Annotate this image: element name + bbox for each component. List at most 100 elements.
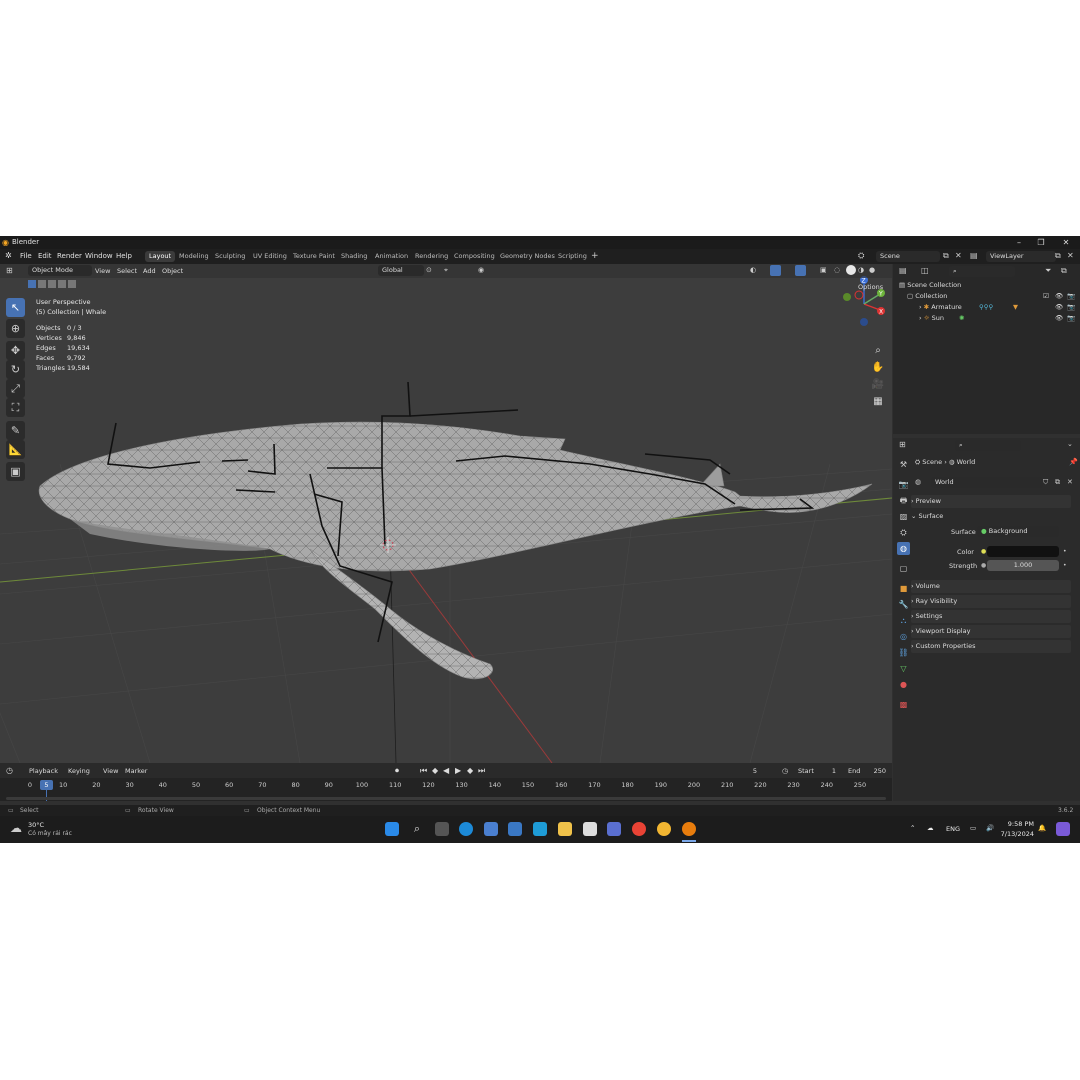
select-new-icon[interactable] [28,280,36,288]
clock-time[interactable]: 9:58 PM [1004,820,1034,828]
world-tab-icon[interactable]: ◍ [897,542,910,555]
task-view-icon[interactable] [435,822,449,836]
menu-help[interactable]: Help [116,252,132,260]
expand-arrow-icon[interactable]: › [919,314,922,322]
duplicate-icon[interactable]: ⧉ [1055,478,1060,487]
maximize-icon[interactable]: ❐ [1030,237,1052,248]
tab-shading[interactable]: Shading [337,251,371,262]
tab-modeling[interactable]: Modeling [175,251,213,262]
pan-hand-icon[interactable]: ✋ [870,360,886,376]
data-tab-icon[interactable]: ▽ [897,662,910,675]
section-settings[interactable]: › Settings [911,610,1071,623]
app-icon[interactable] [583,822,597,836]
playhead[interactable]: 5 [40,780,53,790]
photos-icon[interactable] [607,822,621,836]
tab-texture-paint[interactable]: Texture Paint [289,251,339,262]
fake-user-icon[interactable]: ⛉ [1043,478,1048,487]
gizmo-toggle-icon[interactable] [770,265,781,276]
output-tab-icon[interactable]: 🖶 [897,494,910,507]
material-tab-icon[interactable]: ● [897,678,910,691]
tab-animation[interactable]: Animation [371,251,412,262]
viewport-menu-add[interactable]: Add [143,267,156,275]
weather-cloud-icon[interactable]: ☁ [10,821,22,835]
new-viewlayer-icon[interactable]: ⧉ [1055,251,1061,261]
select-box-tool-icon[interactable]: ↖ [6,298,25,317]
menu-edit[interactable]: Edit [38,252,52,260]
start-frame-field[interactable]: Start 1 [794,766,842,777]
section-volume[interactable]: › Volume [911,580,1071,593]
current-frame-field[interactable]: 5 [736,766,774,777]
skype-icon[interactable] [533,822,547,836]
section-preview[interactable]: › Preview [911,495,1071,508]
physics-tab-icon[interactable]: ◎ [897,630,910,643]
blender-taskbar-icon[interactable] [682,822,696,836]
display-mode-icon[interactable]: ◫ [921,266,929,275]
armature-camera-icon[interactable]: 📷 [1067,302,1075,313]
sun-camera-icon[interactable]: 📷 [1067,313,1075,324]
color-swatch[interactable] [987,546,1059,557]
options-button[interactable]: Options [854,282,886,293]
annotate-tool-icon[interactable]: ✎ [6,421,25,440]
tab-compositing[interactable]: Compositing [450,251,499,262]
notification-bell-icon[interactable]: 🔔 [1038,824,1046,832]
transform-orientation[interactable]: Global [378,265,424,276]
collection-checkbox-icon[interactable]: ☑ [1043,291,1049,302]
view-layer-tab-icon[interactable]: ▨ [897,510,910,523]
add-workspace-icon[interactable]: + [591,251,599,261]
timeline-scrollbar[interactable] [6,797,886,800]
new-scene-icon[interactable]: ⧉ [943,251,949,261]
viewport-menu-object[interactable]: Object [162,267,183,275]
section-ray-visibility[interactable]: › Ray Visibility [911,595,1071,608]
weather-temp[interactable]: 30°C [28,821,44,829]
strength-field[interactable]: 1.000 [987,560,1059,571]
tool-tab-icon[interactable]: ⚒ [897,458,910,471]
sun-eye-icon[interactable]: 👁 [1055,313,1063,324]
edge-icon[interactable] [459,822,473,836]
section-viewport-display[interactable]: › Viewport Display [911,625,1071,638]
play-reverse-icon[interactable]: ◀ [443,766,449,775]
record-icon[interactable]: ⏺ [395,766,399,776]
scale-tool-icon[interactable]: ⤢ [6,379,25,398]
visibility-icon[interactable]: ◐ [750,266,756,274]
zoom-icon[interactable]: ⌕ [870,343,886,359]
tab-geometry-nodes[interactable]: Geometry Nodes [496,251,559,262]
properties-options-icon[interactable]: ⌄ [1067,440,1073,448]
tree-armature[interactable]: › ✱ Armature ⚲⚲⚲ ▼ 👁 📷 [919,302,1077,313]
timeline-editor-icon[interactable]: ◷ [6,766,13,775]
viewlayer-selector[interactable]: ViewLayer [986,251,1056,262]
timeline-menu-view[interactable]: View [103,767,118,775]
scene-selector[interactable]: Scene [876,251,940,262]
strength-keyframe-icon[interactable]: • [1063,562,1067,569]
mode-selector[interactable]: Object Mode [28,265,92,276]
filter-icon[interactable]: ⏷ [1045,266,1051,276]
world-name-field[interactable]: World [931,477,1043,488]
unlink-icon[interactable]: ✕ [1067,478,1073,486]
scene-icon[interactable]: ⛭ [858,251,864,261]
transform-tool-icon[interactable]: ⛶ [6,398,25,417]
section-custom-properties[interactable]: › Custom Properties [911,640,1071,653]
copilot-icon[interactable] [1056,822,1070,836]
tree-scene-collection[interactable]: ▤ Scene Collection [899,280,961,291]
properties-search-input[interactable]: ⌕ [955,440,1021,451]
viewport-menu-select[interactable]: Select [117,267,137,275]
outliner-search-input[interactable]: ⌕ [949,266,1015,277]
select-invert-icon[interactable] [58,280,66,288]
store-icon[interactable] [508,822,522,836]
wireframe-shading-icon[interactable]: ◌ [834,266,840,274]
expand-arrow-icon[interactable]: › [919,303,922,311]
tray-overflow-icon[interactable]: ⌃ [910,824,915,832]
menu-render[interactable]: Render [57,252,82,260]
pivot-icon[interactable]: ⊙ [426,266,432,274]
display-icon[interactable]: ▭ [970,824,976,832]
select-extend-icon[interactable] [38,280,46,288]
color-keyframe-icon[interactable]: • [1063,548,1067,555]
stopwatch-icon[interactable]: ◷ [782,767,788,775]
start-icon[interactable] [385,822,399,836]
world-browse-icon[interactable]: ◍ [915,478,921,486]
collection-tab-icon[interactable]: ▢ [897,562,910,575]
solid-shading-icon[interactable] [846,265,856,275]
close-icon[interactable]: ✕ [1055,237,1077,248]
delete-viewlayer-icon[interactable]: ✕ [1067,251,1074,260]
tab-layout[interactable]: Layout [145,251,176,262]
collection-camera-icon[interactable]: 📷 [1067,291,1075,302]
